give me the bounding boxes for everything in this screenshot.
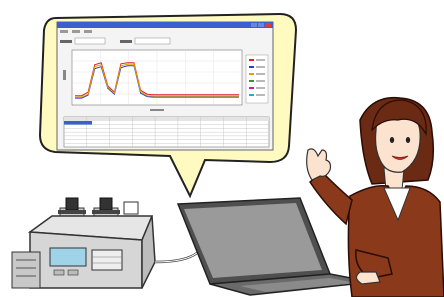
app-window bbox=[56, 21, 274, 151]
app-titlebar bbox=[57, 22, 273, 28]
toolbar-select-1[interactable] bbox=[74, 37, 106, 45]
app-close-button[interactable] bbox=[265, 23, 271, 27]
device-cap bbox=[123, 201, 139, 215]
app-maximize-button[interactable] bbox=[258, 23, 264, 27]
person-raised-hand bbox=[306, 148, 332, 181]
legend-swatch bbox=[249, 80, 254, 82]
legend-entry bbox=[256, 73, 265, 75]
toolbar-label-2 bbox=[120, 40, 132, 43]
toolbar-label bbox=[60, 40, 72, 43]
chart-x-axis-label bbox=[150, 109, 164, 111]
app-minimize-button[interactable] bbox=[251, 23, 257, 27]
connector-left-bar bbox=[58, 210, 86, 214]
device-vent-panel bbox=[11, 251, 41, 289]
legend-swatch bbox=[249, 59, 254, 61]
app-menubar bbox=[60, 30, 92, 33]
legend-swatch bbox=[249, 94, 254, 96]
device-button[interactable] bbox=[67, 269, 79, 276]
device-display bbox=[49, 247, 87, 267]
legend-entry bbox=[256, 87, 265, 89]
menu-item-1[interactable] bbox=[60, 30, 68, 33]
chart bbox=[63, 49, 269, 111]
table-row-selected[interactable] bbox=[64, 121, 92, 125]
table-header bbox=[64, 117, 269, 121]
legend-entry bbox=[256, 66, 265, 68]
device-button[interactable] bbox=[53, 269, 65, 276]
connector-right-bar bbox=[92, 210, 120, 214]
person-raised-arm bbox=[309, 170, 353, 226]
legend-swatch bbox=[249, 73, 254, 75]
connector-left-knob[interactable] bbox=[65, 197, 79, 211]
chart-legend bbox=[245, 54, 269, 104]
illustration-scene bbox=[11, 12, 444, 297]
legend-swatch bbox=[249, 87, 254, 89]
legend-swatch bbox=[249, 66, 254, 68]
menu-item-3[interactable] bbox=[84, 30, 92, 33]
toolbar-select-2[interactable] bbox=[134, 37, 171, 45]
legend-entry bbox=[256, 94, 265, 96]
chart-y-axis-label bbox=[63, 70, 66, 80]
data-table bbox=[63, 116, 270, 148]
device-keypad[interactable] bbox=[91, 249, 123, 271]
person-lower-hand bbox=[355, 271, 381, 285]
menu-item-2[interactable] bbox=[72, 30, 80, 33]
person-eye-left bbox=[389, 137, 395, 143]
legend-entry bbox=[256, 80, 265, 82]
connector-right-knob[interactable] bbox=[99, 197, 113, 211]
person-eye-right bbox=[405, 137, 411, 143]
legend-entry bbox=[256, 59, 265, 61]
